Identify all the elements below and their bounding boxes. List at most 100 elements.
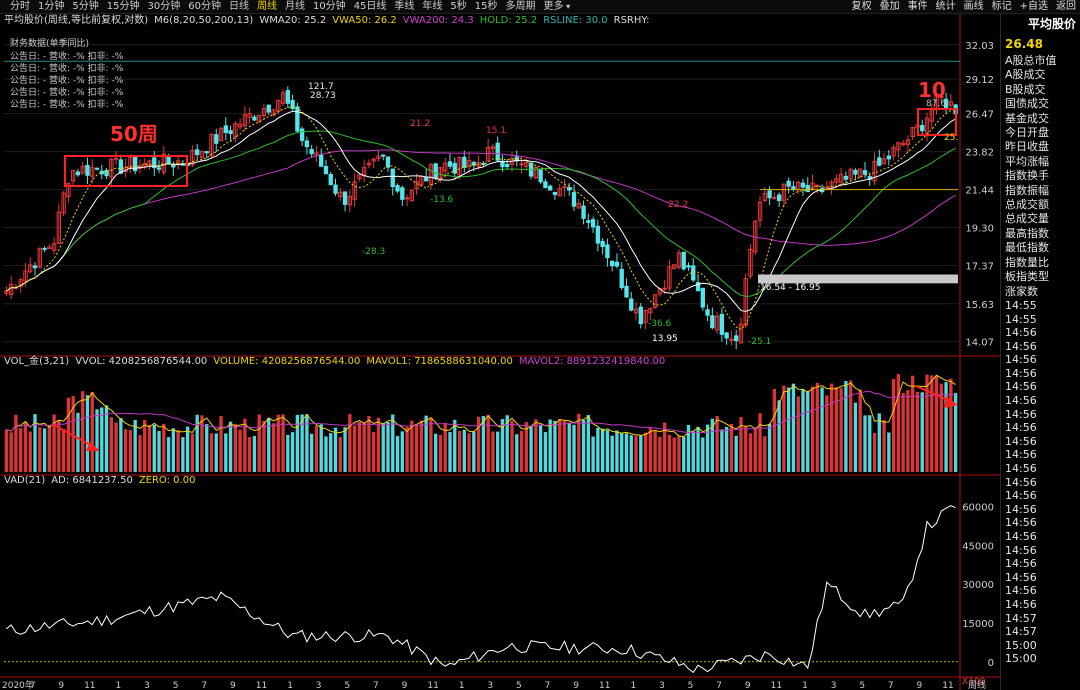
volume-bar	[753, 427, 757, 472]
period-tab[interactable]: 5分钟	[68, 0, 102, 13]
toolbar-action-button[interactable]: 叠加	[876, 0, 904, 13]
period-tab[interactable]: 30分钟	[143, 0, 184, 13]
x-tick: 9	[917, 681, 923, 690]
candle-body	[776, 194, 782, 202]
volume-bar	[123, 429, 128, 472]
side-menu-item[interactable]: 基金成交	[1001, 112, 1080, 126]
period-tab[interactable]: 10分钟	[309, 0, 350, 13]
toolbar-action-button[interactable]: 统计	[932, 0, 960, 13]
x-tick: 1	[116, 681, 122, 690]
value-label: -36.6	[648, 319, 672, 329]
volume-bar	[620, 433, 624, 472]
candle-body	[543, 181, 548, 188]
volume-bar	[181, 437, 185, 472]
side-menu-item[interactable]: A股成交	[1001, 68, 1080, 82]
side-menu-item[interactable]: 最低指数	[1001, 241, 1080, 255]
volume-bar	[166, 437, 171, 472]
side-menu-item[interactable]: 昨日收盘	[1001, 140, 1080, 154]
candle-body	[815, 184, 820, 187]
x-tick: 3	[316, 681, 322, 690]
candle-body	[877, 157, 882, 166]
toolbar-action-button[interactable]: +自选	[1016, 0, 1052, 13]
candle-body	[204, 151, 209, 154]
trade-time: 14:56	[1005, 421, 1037, 435]
candle-body	[547, 185, 553, 191]
chart-canvas[interactable]: 32.03 29.12 26.47 23.82 21.44 19.30 17.37 15.63…	[0, 14, 1080, 690]
x-tick: 11	[256, 681, 267, 690]
candle-body	[319, 154, 324, 167]
volume-legend: VOL_金(3,21) VVOL: 4208256876544.00 VOLUM…	[4, 356, 665, 368]
side-menu-item[interactable]: 板指类型	[1001, 270, 1080, 284]
volume-bar	[610, 435, 614, 472]
period-tab[interactable]: 分时	[6, 0, 34, 13]
period-tab[interactable]: 15分钟	[103, 0, 144, 13]
volume-bar	[300, 414, 304, 472]
volume-bar	[333, 427, 338, 472]
candle-body	[156, 167, 162, 170]
x-tick: 11	[942, 681, 953, 690]
side-menu-item[interactable]: A股总市值	[1001, 54, 1080, 68]
period-tab[interactable]: 日线	[225, 0, 253, 13]
volume-bar	[605, 430, 610, 472]
period-tab[interactable]: 1分钟	[34, 0, 68, 13]
period-tab[interactable]: 45日线	[350, 0, 391, 13]
candle-body	[724, 332, 729, 339]
period-tab[interactable]: 年线	[418, 0, 446, 13]
period-tab[interactable]: 周线	[253, 0, 281, 13]
volume-bar	[405, 426, 409, 472]
volume-bar	[147, 425, 152, 472]
x-tick: 11	[427, 681, 438, 690]
trade-time: 14:56	[1005, 407, 1037, 421]
toolbar-action-button[interactable]: 画线	[960, 0, 988, 13]
volume-bar	[868, 415, 872, 472]
financial-row: 公告日: - 营收: -% 扣非: -%	[10, 64, 124, 74]
side-menu-item[interactable]: 涨家数	[1001, 285, 1080, 299]
value-label: 15.1	[486, 126, 506, 136]
period-tab[interactable]: 5秒	[446, 0, 470, 13]
x-tick: 11	[599, 681, 610, 690]
period-tab[interactable]: 月线	[281, 0, 309, 13]
side-menu-item[interactable]: 今日开盘	[1001, 126, 1080, 140]
quote-side-panel: 平均股价 26.48 A股总市值 A股成交 B股成交 国债成交 基金成交 今日开盘 昨日收盘…	[1000, 14, 1080, 690]
wma20-value: WMA20: 25.2	[259, 15, 327, 26]
toolbar-action-button[interactable]: 返回	[1052, 0, 1080, 13]
period-tab[interactable]: 多周期	[502, 0, 540, 13]
side-price: 26.48	[1005, 37, 1043, 51]
x-tick: 9	[230, 681, 236, 690]
side-menu-item[interactable]: B股成交	[1001, 83, 1080, 97]
volume-bar	[600, 428, 605, 472]
period-tab[interactable]: 季线	[390, 0, 418, 13]
trade-time: 14:56	[1005, 462, 1037, 476]
volume-bar	[329, 433, 333, 472]
volume-bar	[138, 435, 142, 472]
side-menu-item[interactable]: 最高指数	[1001, 227, 1080, 241]
volume-bar	[386, 422, 390, 472]
period-tab[interactable]: 60分钟	[184, 0, 225, 13]
volume-bar	[777, 400, 781, 472]
volume-bar	[162, 423, 166, 472]
toolbar-action-button[interactable]: 复权	[848, 0, 876, 13]
side-menu-item[interactable]: 总成交量	[1001, 212, 1080, 226]
volume-bar	[395, 436, 400, 472]
volume-bar	[696, 426, 700, 472]
side-menu-item[interactable]: 国债成交	[1001, 97, 1080, 111]
x-tick: 5	[173, 681, 179, 690]
chart-area[interactable]: 32.03 29.12 26.47 23.82 21.44 19.30 17.37 15.63…	[0, 14, 1080, 690]
volume-bar	[19, 428, 23, 472]
volume-bar	[648, 427, 653, 472]
side-menu-item[interactable]: 指数量比	[1001, 256, 1080, 270]
toolbar-action-button[interactable]: 事件	[904, 0, 932, 13]
x-tick: 11	[84, 681, 95, 690]
volume-bar	[944, 382, 948, 472]
volume-bar	[949, 378, 953, 472]
volume-bar	[682, 437, 686, 472]
side-menu-item[interactable]: 指数振幅	[1001, 184, 1080, 198]
period-tab[interactable]: 15秒	[471, 0, 502, 13]
side-menu-item[interactable]: 总成交额	[1001, 198, 1080, 212]
volume-bar	[434, 433, 438, 472]
side-menu-item[interactable]: 指数换手	[1001, 169, 1080, 183]
volume-bar	[596, 427, 600, 472]
toolbar-action-button[interactable]: 标记	[988, 0, 1016, 13]
side-menu-item[interactable]: 平均涨幅	[1001, 155, 1080, 169]
period-tab[interactable]: 更多	[540, 0, 575, 13]
